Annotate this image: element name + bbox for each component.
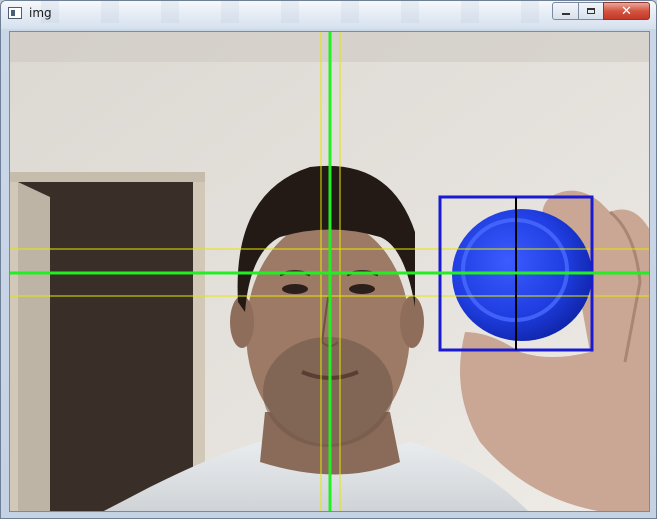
door-lintel: [10, 172, 205, 182]
minimize-button[interactable]: [552, 2, 579, 20]
left-eye: [282, 284, 308, 294]
beard-shadow: [263, 337, 393, 447]
close-icon: ✕: [621, 3, 632, 19]
right-eye: [349, 284, 375, 294]
maximize-icon: [587, 8, 595, 14]
window-controls: ✕: [552, 2, 650, 22]
door-panel: [18, 182, 50, 511]
window-title: img: [29, 6, 52, 20]
minimize-icon: [561, 13, 570, 15]
title-bar[interactable]: img ✕: [1, 1, 656, 29]
maximize-button[interactable]: [578, 2, 604, 20]
window-app-icon[interactable]: [8, 7, 22, 19]
close-button[interactable]: ✕: [603, 2, 650, 20]
image-view: [9, 31, 650, 512]
title-bar-blurred-background: [41, 1, 541, 23]
app-window: img ✕: [0, 0, 657, 519]
right-ear: [400, 296, 424, 348]
camera-frame: [10, 32, 649, 511]
